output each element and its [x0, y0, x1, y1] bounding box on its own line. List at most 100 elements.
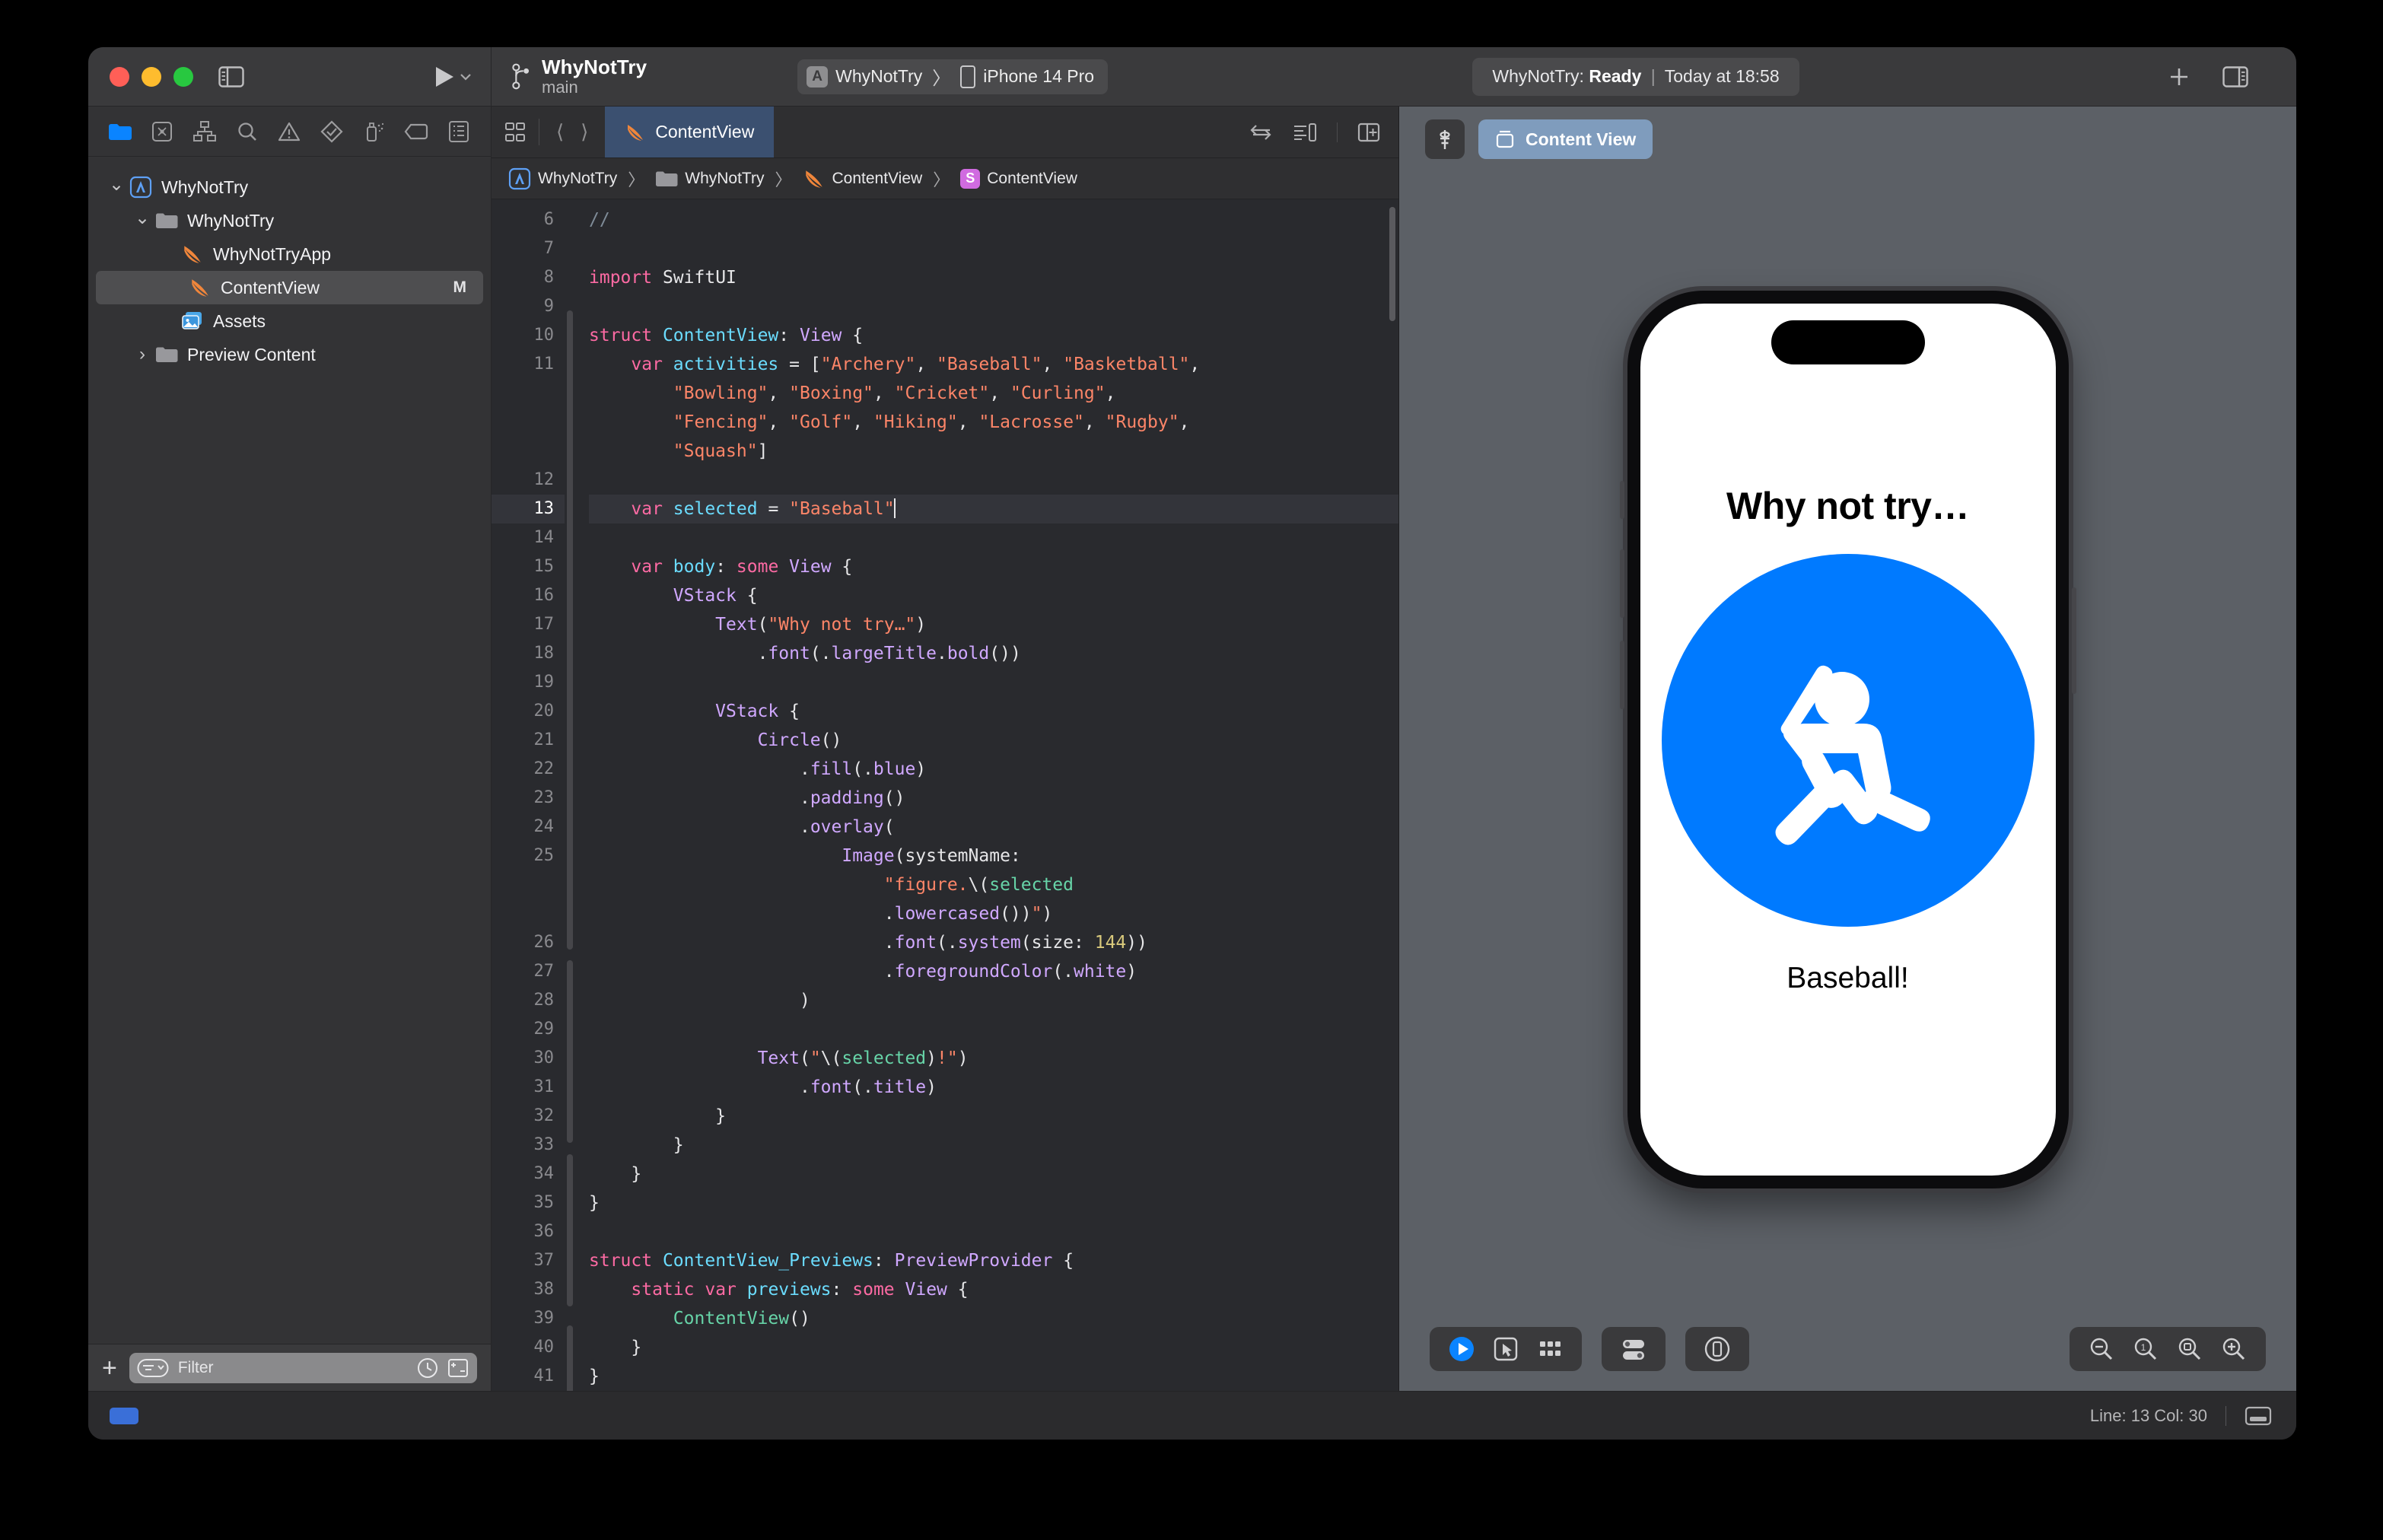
code-line[interactable]: "Fencing", "Golf", "Hiking", "Lacrosse",… [589, 408, 1398, 437]
code-line[interactable]: .font(.system(size: 144)) [589, 928, 1398, 957]
code-line[interactable] [589, 292, 1398, 321]
disclosure-triangle[interactable]: › [131, 344, 154, 365]
clock-icon[interactable] [416, 1357, 439, 1379]
editor-scrollbar[interactable] [1389, 207, 1395, 321]
code-line[interactable]: var body: some View { [589, 552, 1398, 581]
filter-input[interactable]: Filter [129, 1352, 477, 1383]
zoom-out-icon[interactable] [2083, 1331, 2120, 1367]
add-editor-icon[interactable] [1357, 123, 1380, 142]
sidebar-item-project-navigator[interactable] [104, 116, 136, 147]
code-line[interactable]: import SwiftUI [589, 263, 1398, 292]
code-line[interactable]: Image(systemName: [589, 842, 1398, 870]
code-text[interactable]: // import SwiftUI struct ContentView: Vi… [575, 199, 1398, 1391]
tree-item[interactable]: › Preview Content [88, 338, 491, 371]
editor-options-icon[interactable] [2245, 1406, 2272, 1426]
tree-item[interactable]: ⌄ WhyNotTry [88, 204, 491, 237]
tab-contentview[interactable]: ContentView [605, 107, 775, 158]
tab-grid-icon[interactable] [492, 107, 539, 158]
code-line[interactable]: Text("Why not try…") [589, 610, 1398, 639]
minimap-icon[interactable] [1293, 123, 1317, 142]
code-line[interactable]: VStack { [589, 581, 1398, 610]
code-line[interactable]: VStack { [589, 697, 1398, 726]
sidebar-item-debug-navigator[interactable] [358, 116, 390, 147]
code-line[interactable] [589, 523, 1398, 552]
sidebar-item-test-navigator[interactable] [316, 116, 348, 147]
code-line[interactable]: } [589, 1102, 1398, 1131]
breadcrumb-item[interactable]: S ContentView [960, 168, 1077, 189]
code-line[interactable]: struct ContentView: View { [589, 321, 1398, 350]
breadcrumb-item[interactable]: WhyNotTry [655, 169, 764, 189]
code-folding-ribbon[interactable] [565, 199, 575, 1391]
tree-item-selected[interactable]: ContentView M [96, 271, 483, 304]
source-code-editor[interactable]: 6 7 8 9 10 11 12 13 14 15 16 17 18 19 20 21 22 23 24 25 26 27… [492, 199, 1398, 1391]
build-progress-chip[interactable] [110, 1407, 138, 1424]
related-items-icon[interactable] [1250, 123, 1273, 142]
code-line[interactable] [589, 1015, 1398, 1044]
scheme-destination-selector[interactable]: A WhyNotTry 〉 iPhone 14 Pro [797, 59, 1109, 94]
variants-grid-icon[interactable] [1532, 1331, 1568, 1367]
tree-item[interactable]: ⌄ WhyNotTry [88, 170, 491, 204]
code-line[interactable]: ContentView() [589, 1304, 1398, 1333]
pin-icon[interactable] [1425, 119, 1465, 159]
live-play-icon[interactable] [1443, 1331, 1480, 1367]
code-line[interactable]: } [589, 1333, 1398, 1362]
code-line[interactable] [589, 1217, 1398, 1246]
code-line[interactable] [589, 234, 1398, 263]
code-line[interactable]: struct ContentView_Previews: PreviewProv… [589, 1246, 1398, 1275]
breadcrumb-item[interactable]: WhyNotTry [508, 167, 617, 190]
code-line-current[interactable]: var selected = "Baseball" [589, 495, 1398, 523]
sidebar-item-symbol-navigator[interactable] [189, 116, 221, 147]
code-line[interactable]: .lowercased())") [589, 899, 1398, 928]
code-line[interactable]: .font(.largeTitle.bold()) [589, 639, 1398, 668]
code-line[interactable]: "figure.\(selected [589, 870, 1398, 899]
sidebar-item-issue-navigator[interactable] [273, 116, 305, 147]
code-line[interactable]: } [589, 1362, 1398, 1391]
run-button[interactable] [433, 65, 491, 89]
tree-item[interactable]: WhyNotTryApp [88, 237, 491, 271]
zoom-fit-icon[interactable] [2171, 1331, 2208, 1367]
sidebar-item-source-control-navigator[interactable] [146, 116, 178, 147]
code-line[interactable]: .foregroundColor(.white) [589, 957, 1398, 986]
code-line[interactable]: Circle() [589, 726, 1398, 755]
code-line[interactable]: var activities = ["Archery", "Baseball",… [589, 350, 1398, 379]
code-line[interactable]: .padding() [589, 784, 1398, 813]
chevron-right-icon[interactable]: ⟩ [581, 120, 588, 144]
code-line[interactable]: .overlay( [589, 813, 1398, 842]
device-screen[interactable]: Why not try… Baseball! [1640, 304, 2056, 1176]
code-line[interactable]: "Bowling", "Boxing", "Cricket", "Curling… [589, 379, 1398, 408]
sidebar-item-report-navigator[interactable] [443, 116, 475, 147]
device-settings-icon[interactable] [1615, 1331, 1652, 1367]
code-line[interactable] [589, 466, 1398, 495]
disclosure-triangle[interactable]: ⌄ [105, 173, 128, 196]
inspector-icon[interactable] [2220, 64, 2251, 90]
add-file-icon[interactable]: + [102, 1355, 117, 1381]
zoom-button[interactable] [173, 66, 193, 87]
chevron-left-icon[interactable]: ⟨ [556, 120, 564, 144]
code-line[interactable]: } [589, 1188, 1398, 1217]
code-line[interactable]: Text("\(selected)!") [589, 1044, 1398, 1073]
breadcrumb-item[interactable]: ContentView [803, 168, 922, 189]
disclosure-triangle[interactable]: ⌄ [131, 207, 154, 229]
zoom-100-icon[interactable]: 1 [2127, 1331, 2164, 1367]
sidebar-toggle-icon[interactable] [216, 64, 247, 90]
code-line[interactable] [589, 668, 1398, 697]
preview-selection-chip[interactable]: Content View [1478, 119, 1653, 159]
device-orientation-icon[interactable] [1699, 1331, 1736, 1367]
sidebar-item-find-navigator[interactable] [231, 116, 263, 147]
zoom-in-icon[interactable] [2216, 1331, 2252, 1367]
selectable-pointer-icon[interactable] [1487, 1331, 1524, 1367]
code-line[interactable]: static var previews: some View { [589, 1275, 1398, 1304]
close-button[interactable] [110, 66, 129, 87]
plus-icon[interactable] [2164, 64, 2194, 90]
code-line[interactable]: .fill(.blue) [589, 755, 1398, 784]
code-line[interactable]: } [589, 1160, 1398, 1188]
sidebar-item-breakpoint-navigator[interactable] [400, 116, 432, 147]
code-line[interactable]: ) [589, 986, 1398, 1015]
tree-item[interactable]: Assets [88, 304, 491, 338]
added-removed-icon[interactable] [447, 1357, 469, 1379]
code-line[interactable]: // [589, 205, 1398, 234]
code-line[interactable]: "Squash"] [589, 437, 1398, 466]
code-line[interactable]: } [589, 1131, 1398, 1160]
minimize-button[interactable] [142, 66, 161, 87]
code-line[interactable]: .font(.title) [589, 1073, 1398, 1102]
